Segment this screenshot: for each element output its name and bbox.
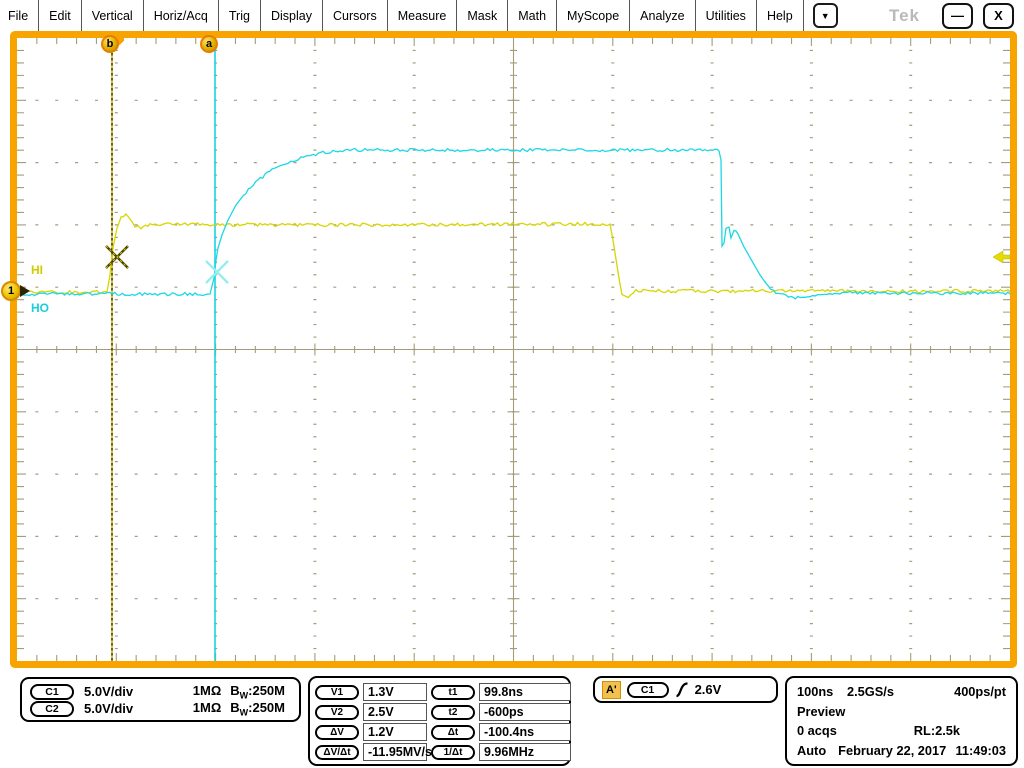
trigger-mode: Auto [797,743,826,758]
cursor-a-x-marker [206,261,228,283]
sample-resolution: 400ps/pt [954,684,1006,699]
t2-label: t2 [431,705,475,720]
channel-1-scale: 5.0V/div [84,684,133,699]
cursor-readout-box: V1 1.3V t1 99.8ns V2 2.5V t2 -600ps ΔV 1… [308,676,571,766]
channel-1-arrow-icon [20,285,30,297]
v2-value: 2.5V [363,703,427,721]
freq-label: 1/Δt [431,745,475,760]
timebase-row: 100ns 2.5GS/s 400ps/pt [797,684,1006,699]
channel-1-button[interactable]: C1 [30,684,74,700]
datetime-row: Auto February 22, 2017 11:49:03 [797,743,1006,758]
channel-1-row: C1 5.0V/div 1MΩBW:250M [30,683,291,700]
trigger-source-button[interactable]: C1 [627,682,669,698]
delta-t-value: -100.4ns [479,723,571,741]
menu-analyze[interactable]: Analyze [630,0,695,31]
menubar-spacer [838,0,889,31]
close-button[interactable]: X [983,3,1014,29]
menu-file[interactable]: File [0,0,39,31]
time-value: 11:49:03 [955,743,1006,758]
t2-value: -600ps [479,703,571,721]
channel-1-marker[interactable]: 1 [1,281,21,301]
delta-v-value: 1.2V [363,723,427,741]
t1-label: t1 [431,685,475,700]
graticule [17,38,1010,661]
channel-2-scale: 5.0V/div [84,701,133,716]
menu-myscope[interactable]: MyScope [557,0,630,31]
rising-edge-icon [675,681,689,698]
waveform-display [17,38,1010,661]
menu-display[interactable]: Display [261,0,323,31]
menu-help[interactable]: Help [757,0,804,31]
menu-vertical[interactable]: Vertical [82,0,144,31]
menu-trig[interactable]: Trig [219,0,261,31]
menu-mask[interactable]: Mask [457,0,508,31]
channel-1-coupling: 1MΩBW:250M [193,683,285,701]
slope-value: -11.95MV/s [363,743,427,761]
acquisition-status: Preview [797,704,845,719]
trace-label-ho: HO [31,301,49,315]
freq-value: 9.96MHz [479,743,571,761]
cursor-b-handle[interactable]: b [101,35,119,53]
delta-t-label: Δt [431,725,475,740]
chevron-down-icon: ▼ [821,11,830,21]
v2-label: V2 [315,705,359,720]
menu-measure[interactable]: Measure [388,0,458,31]
trace-label-hi: HI [31,263,43,277]
menu-horiz-acq[interactable]: Horiz/Acq [144,0,219,31]
channel-2-coupling: 1MΩBW:250M [193,700,285,718]
delta-v-label: ΔV [315,725,359,740]
trigger-readout-box: A' C1 2.6V [593,676,778,703]
readout-area: C1 5.0V/div 1MΩBW:250M C2 5.0V/div 1MΩBW… [0,668,1024,768]
sample-rate: 2.5GS/s [847,684,894,699]
slope-label: ΔV/Δt [315,745,359,760]
t1-value: 99.8ns [479,683,571,701]
trigger-event-tag[interactable]: A' [602,681,621,699]
channel-readout-box: C1 5.0V/div 1MΩBW:250M C2 5.0V/div 1MΩBW… [20,677,301,722]
menu-cursors[interactable]: Cursors [323,0,388,31]
minimize-button[interactable]: — [942,3,973,29]
horizontal-readout-box: 100ns 2.5GS/s 400ps/pt Preview 0 acqs RL… [785,676,1018,766]
timebase-scale: 100ns [797,684,847,699]
cursor-a-handle[interactable]: a [200,35,218,53]
acq-row: 0 acqs RL:2.5k [797,723,1006,738]
tek-logo: Tek [889,6,920,26]
status-row: Preview [797,704,1006,719]
trigger-level-arrow[interactable] [993,251,1010,263]
acquisition-count: 0 acqs [797,723,837,738]
channel-2-button[interactable]: C2 [30,701,74,717]
date-value: February 22, 2017 [838,743,946,758]
menu-utilities[interactable]: Utilities [696,0,757,31]
menu-edit[interactable]: Edit [39,0,82,31]
menu-math[interactable]: Math [508,0,557,31]
menu-overflow-button[interactable]: ▼ [813,3,838,28]
trigger-level-value: 2.6V [695,682,722,697]
record-length: RL:2.5k [914,723,960,738]
menu-bar: File Edit Vertical Horiz/Acq Trig Displa… [0,0,1024,31]
v1-label: V1 [315,685,359,700]
channel-2-row: C2 5.0V/div 1MΩBW:250M [30,700,291,717]
v1-value: 1.3V [363,683,427,701]
